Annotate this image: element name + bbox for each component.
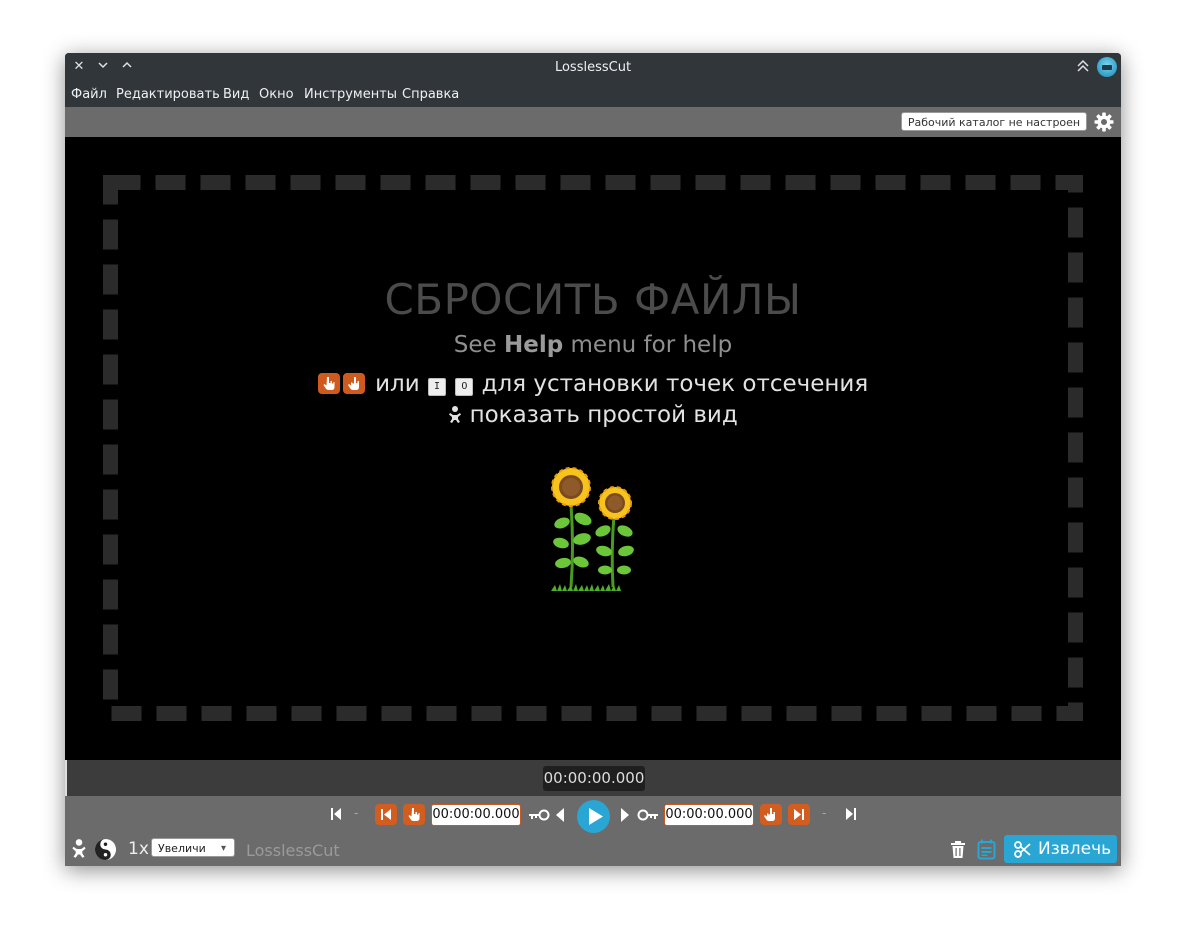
- play-button[interactable]: [577, 800, 610, 833]
- timeline[interactable]: 00:00:00.000: [65, 760, 1121, 796]
- help-hint-see: See: [453, 332, 497, 358]
- separator-right: -: [822, 806, 827, 820]
- app-window: ✕ LosslessCut Файл Редактировать Вид Окн…: [65, 53, 1121, 866]
- menu-window[interactable]: Окно: [259, 87, 294, 102]
- baby-icon: [449, 406, 462, 423]
- cut-points-text: для установки точек отсечения: [481, 371, 869, 397]
- jump-cut-end-button[interactable]: [788, 804, 810, 825]
- brand-label: LosslessCut: [246, 841, 340, 860]
- keep-above-icon[interactable]: [1075, 59, 1091, 75]
- set-cut-end-icon: [342, 373, 365, 394]
- next-frame-icon[interactable]: [620, 807, 630, 823]
- key-end-icon[interactable]: [637, 809, 659, 821]
- menu-bar: Файл Редактировать Вид Окно Инструменты …: [65, 82, 1121, 107]
- key-out: O: [455, 378, 474, 396]
- working-directory-button[interactable]: Рабочий каталог не настроен: [901, 112, 1087, 131]
- help-hint: See Help menu for help: [65, 332, 1121, 358]
- trash-icon[interactable]: [950, 841, 966, 859]
- help-hint-rest: menu for help: [570, 332, 733, 358]
- separator-left: -: [354, 806, 359, 820]
- yin-yang-icon[interactable]: [94, 838, 117, 861]
- simple-mode-text: показать простой вид: [469, 402, 738, 428]
- menu-file[interactable]: Файл: [71, 87, 107, 102]
- top-toolbar: Рабочий каталог не настроен: [65, 107, 1121, 137]
- simple-mode-toggle-icon[interactable]: [71, 838, 87, 860]
- bottom-controls: - 00:00:00.000 00:00:00.000 - 1x Увеличи…: [65, 796, 1121, 866]
- title-bar: ✕ LosslessCut: [65, 53, 1121, 82]
- or-text: или: [375, 371, 420, 397]
- help-hint-bold: Help: [504, 332, 564, 358]
- current-time-display: 00:00:00.000: [543, 766, 645, 791]
- settings-gear-icon[interactable]: [1094, 112, 1114, 132]
- jump-cut-start-button[interactable]: [375, 804, 397, 825]
- cut-points-hint: или I O для установки точек отсечения: [65, 371, 1121, 397]
- file-drop-zone[interactable]: СБРОСИТЬ ФАЙЛЫ See Help menu for help ил…: [65, 137, 1121, 760]
- prev-frame-icon[interactable]: [555, 807, 565, 823]
- menu-edit[interactable]: Редактировать: [116, 87, 220, 102]
- playback-speed[interactable]: 1x: [128, 839, 149, 859]
- sunflower-illustration: [551, 467, 634, 591]
- cut-end-time-input[interactable]: 00:00:00.000: [664, 804, 754, 826]
- drop-files-title: СБРОСИТЬ ФАЙЛЫ: [384, 275, 802, 324]
- menu-help[interactable]: Справка: [402, 87, 459, 102]
- window-title: LosslessCut: [554, 60, 632, 75]
- menu-tools[interactable]: Инструменты: [304, 87, 397, 102]
- key-icon[interactable]: [528, 809, 550, 821]
- app-logo-icon: [1097, 57, 1117, 77]
- simple-mode-hint: показать простой вид: [65, 402, 1121, 428]
- key-in: I: [428, 378, 447, 396]
- drop-zone-border: [103, 175, 1083, 721]
- export-button[interactable]: Извлечь: [1004, 835, 1117, 863]
- set-cut-end-button[interactable]: [760, 804, 782, 825]
- set-cut-start-button[interactable]: [403, 804, 425, 825]
- menu-view[interactable]: Вид: [223, 87, 249, 102]
- jump-to-end-icon[interactable]: [845, 807, 857, 821]
- jump-to-start-icon[interactable]: [330, 807, 342, 821]
- segments-list-icon[interactable]: [977, 839, 996, 860]
- set-cut-start-icon: [317, 373, 340, 394]
- export-label: Извлечь: [1038, 839, 1112, 859]
- cut-start-time-input[interactable]: 00:00:00.000: [431, 804, 521, 826]
- zoom-select[interactable]: Увеличи: [151, 838, 235, 858]
- scissors-icon: [1014, 841, 1031, 858]
